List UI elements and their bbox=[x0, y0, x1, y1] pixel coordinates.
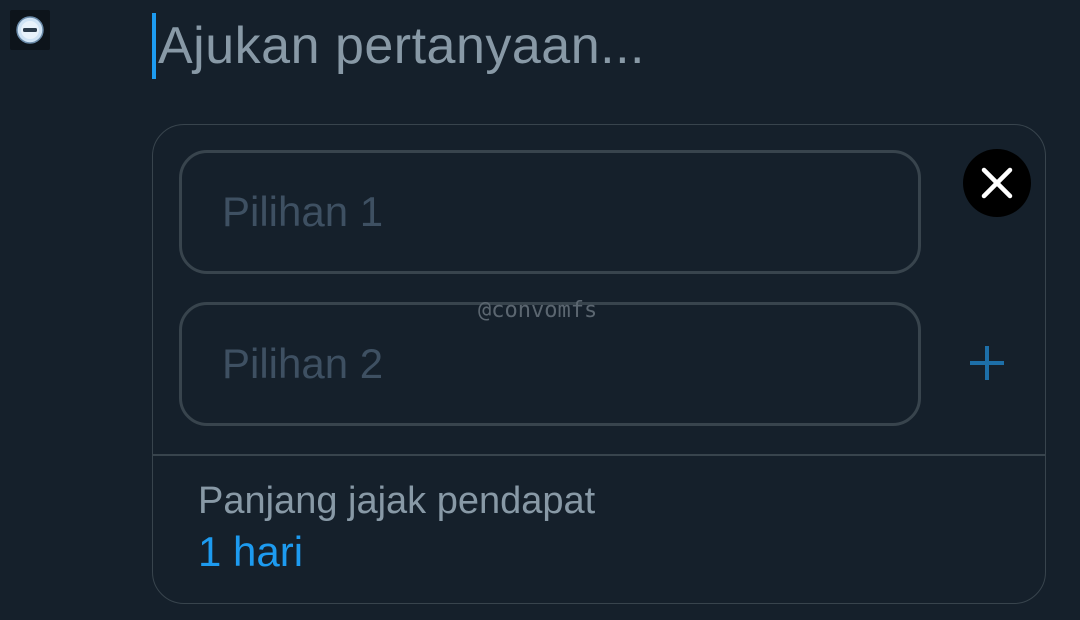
poll-duration-selector[interactable]: Panjang jajak pendapat 1 hari bbox=[198, 477, 595, 579]
plus-icon bbox=[970, 346, 1004, 380]
poll-choice-1-input[interactable]: Pilihan 1 bbox=[179, 150, 921, 274]
poll-choice-1-placeholder: Pilihan 1 bbox=[222, 188, 384, 235]
poll-duration-label: Panjang jajak pendapat bbox=[198, 480, 596, 522]
avatar-icon bbox=[16, 16, 44, 44]
poll-choice-2-placeholder: Pilihan 2 bbox=[222, 340, 384, 387]
poll-divider bbox=[153, 454, 1045, 456]
text-cursor bbox=[152, 13, 156, 79]
remove-poll-button[interactable] bbox=[963, 149, 1031, 217]
poll-card: Pilihan 1 Pilihan 2 Panjang jajak pendap… bbox=[152, 124, 1046, 604]
watermark: @convomfs bbox=[478, 298, 598, 323]
avatar[interactable] bbox=[10, 10, 50, 50]
close-icon bbox=[981, 167, 1013, 199]
add-choice-button[interactable] bbox=[965, 341, 1009, 385]
question-input[interactable]: Ajukan pertanyaan... bbox=[152, 12, 1032, 80]
poll-duration-value: 1 hari bbox=[198, 528, 304, 575]
question-placeholder: Ajukan pertanyaan... bbox=[158, 17, 645, 75]
